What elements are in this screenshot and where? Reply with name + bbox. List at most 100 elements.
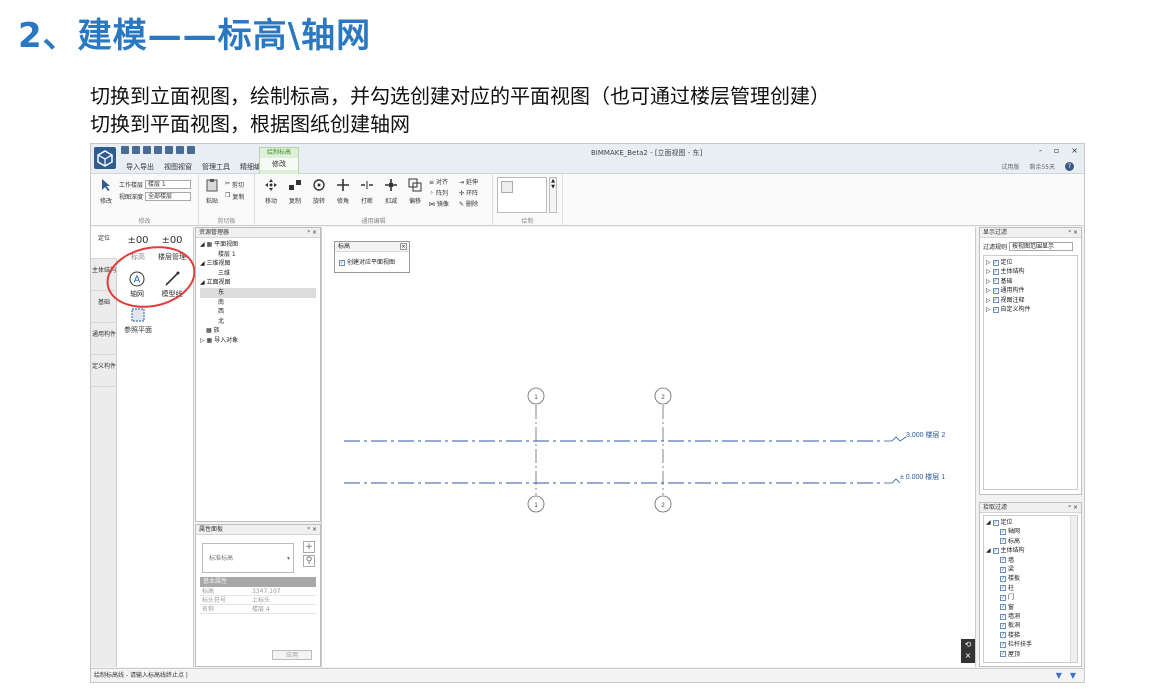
properties-pin-close-icon[interactable]: ᵖ ×	[307, 525, 317, 535]
mirror-button[interactable]: ⋈ 镜像	[429, 199, 449, 208]
restore-button[interactable]: ▫	[1054, 146, 1059, 155]
modify-button[interactable]: 修改	[97, 178, 115, 205]
cut-button[interactable]: ✂ 剪切	[225, 180, 244, 189]
trim-button[interactable]: 修角	[333, 178, 353, 205]
level-line-2[interactable]	[344, 436, 907, 442]
filter-clear-icon[interactable]: ▼	[1070, 671, 1076, 681]
reference-plane-tool[interactable]: 参照平面	[121, 307, 155, 335]
pick-filter-item[interactable]: ✓ 梁	[986, 565, 1075, 574]
copy-button[interactable]: 复制	[285, 178, 305, 205]
tree-item-family[interactable]: ▦ 族	[200, 326, 316, 336]
align-button[interactable]: ≡ 对齐	[429, 177, 448, 186]
extend-button[interactable]: ⇥ 延伸	[459, 177, 478, 186]
grid-line-1[interactable]	[527, 387, 545, 513]
display-filter-item[interactable]: ▷ ✓ 基础	[986, 277, 1075, 286]
app-logo-icon[interactable]	[94, 147, 116, 169]
pick-filter-item[interactable]: ✓ 门	[986, 593, 1075, 602]
property-value[interactable]: 3347.107	[252, 587, 281, 595]
property-value[interactable]: 上标头	[252, 596, 270, 604]
rotate-button[interactable]: 旋转	[309, 178, 329, 205]
break-button[interactable]: 打断	[357, 178, 377, 205]
new-icon[interactable]	[121, 146, 129, 154]
tree-item-south[interactable]: 南	[200, 298, 316, 308]
filter-rule-select[interactable]: 按视图范围显示	[1009, 242, 1074, 251]
level-2-label[interactable]: 3.000 楼层 2	[906, 430, 945, 439]
save-icon[interactable]	[143, 146, 151, 154]
display-filter-item[interactable]: ▷ ✓ 视图注释	[986, 296, 1075, 305]
apply-button[interactable]: 应用	[272, 650, 312, 660]
undo-icon[interactable]	[176, 146, 184, 154]
property-row[interactable]: 标高 3347.107	[200, 587, 316, 596]
redo-icon[interactable]	[187, 146, 195, 154]
tree-item-plan-views[interactable]: ◢ ▦ 平面视图	[200, 240, 316, 250]
tree-item-west[interactable]: 西	[200, 307, 316, 317]
draw-gallery[interactable]	[497, 177, 547, 213]
close-button[interactable]: ×	[1071, 146, 1078, 155]
pick-filter-scrollbar[interactable]	[1070, 516, 1077, 662]
view-depth-select[interactable]: 全部楼层	[145, 192, 192, 201]
pick-filter-item[interactable]: ✓ 轴网	[986, 527, 1075, 536]
minimize-button[interactable]: -	[1039, 146, 1042, 155]
paste-button[interactable]: 粘贴	[203, 178, 221, 205]
display-filter-pin-close-icon[interactable]: ᵖ ×	[1068, 228, 1078, 238]
pick-filter-item[interactable]: ✓ 屋顶	[986, 650, 1075, 659]
pick-filter-item[interactable]: ◢ ✓ 主体结构	[986, 546, 1075, 555]
type-selector[interactable]: 标准标高 ▾	[202, 543, 294, 573]
menu-manage-tools[interactable]: 管理工具	[197, 162, 235, 172]
pin-close-icon[interactable]: ᵖ ×	[307, 228, 317, 238]
pick-filter-item[interactable]: ✓ 板洞	[986, 621, 1075, 630]
grid-line-2[interactable]	[654, 387, 672, 513]
tree-item-imported[interactable]: ▷ ▦ 导入对象	[200, 336, 316, 346]
view-nav-icon[interactable]: ⟲ ×	[961, 639, 975, 663]
pick-filter-item[interactable]: ✓ 柱	[986, 584, 1075, 593]
pick-filter-item[interactable]: ✓ 楼板	[986, 574, 1075, 583]
tree-item-3d[interactable]: 三维	[200, 269, 316, 279]
deduct-button[interactable]: 扣减	[381, 178, 401, 205]
context-tab-draw-level[interactable]: 绘制标高 修改	[259, 147, 299, 174]
print-icon[interactable]	[165, 146, 173, 154]
pick-filter-item[interactable]: ◢ ✓ 定位	[986, 518, 1075, 527]
menu-import-export[interactable]: 导入导出	[121, 162, 159, 172]
tree-item-north[interactable]: 北	[200, 317, 316, 327]
pick-filter-item[interactable]: ✓ 栏杆扶手	[986, 640, 1075, 649]
tree-item-3d-views[interactable]: ◢ 三维视图	[200, 259, 316, 269]
tree-item-east[interactable]: 东	[200, 287, 316, 298]
property-row[interactable]: 名称 楼层 4	[200, 605, 316, 614]
pick-filter-item[interactable]: ✓ 墙	[986, 556, 1075, 565]
pick-filter-item[interactable]: ✓ 标高	[986, 537, 1075, 546]
display-filter-item[interactable]: ▷ ✓ 主体结构	[986, 267, 1075, 276]
pick-filter-item[interactable]: ✓ 墙洞	[986, 612, 1075, 621]
tab-custom-components[interactable]: 定义构件	[91, 355, 117, 387]
tree-item-level-1[interactable]: 楼层 1	[200, 250, 316, 260]
tree-item-elevation-views[interactable]: ◢ 立面视图	[200, 278, 316, 288]
copy-small-button[interactable]: ❐ 复制	[225, 192, 244, 201]
context-tab-modify[interactable]: 修改	[260, 158, 298, 170]
display-filter-item[interactable]: ▷ ✓ 定位	[986, 258, 1075, 267]
help-icon[interactable]: ?	[1065, 162, 1074, 171]
pick-filter-item[interactable]: ✓ 楼梯	[986, 631, 1075, 640]
property-row[interactable]: 标头符号 上标头	[200, 596, 316, 605]
level-line-1[interactable]	[344, 478, 901, 484]
display-filter-item[interactable]: ▷ ✓ 通用构件	[986, 286, 1075, 295]
menu-view-window[interactable]: 视图视窗	[159, 162, 197, 172]
filter-icon[interactable]: ▼	[1056, 671, 1062, 681]
array-button[interactable]: ⁘ 阵列	[429, 188, 448, 197]
move-button[interactable]: 移动	[261, 178, 281, 205]
drawing-canvas[interactable]: 标高 × ✓ 创建对应平面视图 1 1 2 2 3.000 楼层 2 ± 0.0…	[321, 227, 976, 667]
level-1-label[interactable]: ± 0.000 楼层 1	[900, 472, 945, 481]
open-icon[interactable]	[132, 146, 140, 154]
tab-general-components[interactable]: 通用构件	[91, 323, 117, 355]
save-as-icon[interactable]	[154, 146, 162, 154]
pick-filter-pin-close-icon[interactable]: ᵖ ×	[1068, 503, 1078, 513]
pick-filter-item[interactable]: ✓ 窗	[986, 603, 1075, 612]
work-level-select[interactable]: 楼层 1	[145, 180, 192, 189]
property-value[interactable]: 楼层 4	[252, 605, 270, 613]
delete-button[interactable]: ✎ 删除	[459, 199, 478, 208]
offset-button[interactable]: 偏移	[405, 178, 425, 205]
add-type-icon[interactable]: +	[303, 541, 315, 553]
tab-locate[interactable]: 定位	[91, 227, 117, 259]
line-draw-icon[interactable]	[501, 181, 513, 193]
ring-button[interactable]: ✣ 环阵	[459, 188, 478, 197]
draw-gallery-scroll[interactable]: ▲ ▼	[549, 177, 557, 213]
edit-type-icon[interactable]: ⚲	[303, 555, 315, 567]
